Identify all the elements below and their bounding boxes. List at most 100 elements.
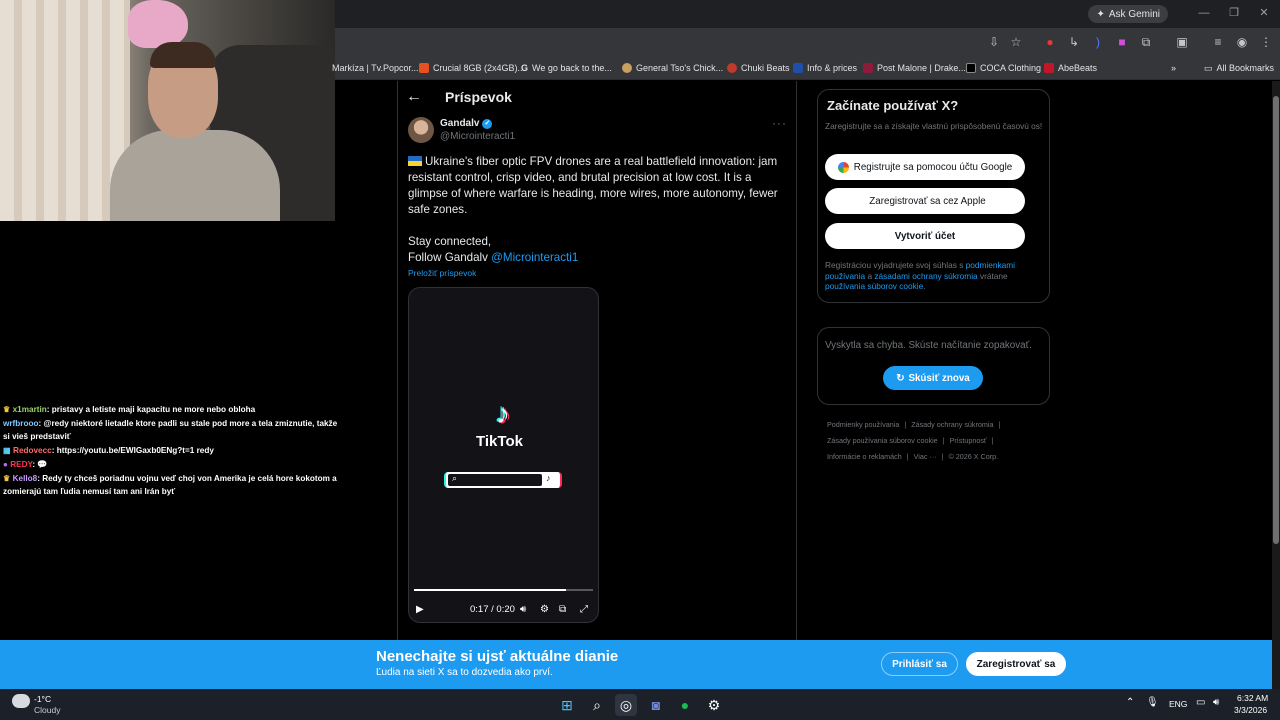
more-options-icon[interactable]: ··· — [772, 116, 787, 130]
volume-icon[interactable]: 🔊︎ — [520, 603, 526, 617]
bookmark-item[interactable]: Post Malone | Drake... — [863, 56, 966, 80]
clock-date[interactable]: 3/3/2026 — [1234, 705, 1267, 715]
chrome-icon[interactable]: ◎ — [615, 694, 637, 716]
pip-icon[interactable]: ⧉ — [559, 603, 566, 617]
play-icon[interactable]: ▶ — [416, 603, 424, 617]
network-icon[interactable]: ▭ — [1196, 697, 1205, 708]
bookmark-item[interactable]: General Tso's Chick... — [622, 56, 723, 80]
video-time: 0:17 / 0:20 — [470, 604, 515, 615]
author-name-row[interactable]: Gandalv ✓ — [440, 118, 493, 129]
mention-link[interactable]: @Microinteracti1 — [491, 251, 578, 264]
author-avatar[interactable] — [408, 117, 434, 143]
post-text: Ukraine's fiber optic FPV drones are a r… — [408, 154, 788, 218]
webcam-feed — [0, 0, 335, 221]
apple-signup-button[interactable]: Zaregistrovať sa cez Apple — [825, 188, 1025, 214]
footer-link[interactable]: Zásady používania súborov cookie — [827, 436, 938, 445]
footer-link[interactable]: Zásady ochrany súkromia — [911, 420, 993, 429]
translate-post-link[interactable]: Preložiť príspevok — [408, 268, 476, 278]
discord-icon[interactable]: ◙ — [645, 694, 667, 716]
weather-condition[interactable]: Cloudy — [34, 705, 60, 715]
footer-link[interactable]: Informácie o reklamách — [827, 452, 902, 461]
microphone-icon[interactable]: 🎙︎ — [1146, 697, 1159, 708]
google-favicon-icon: G — [521, 63, 529, 73]
footer-link[interactable]: Podmienky používania — [827, 420, 899, 429]
chat-text: : pristavy a letiste maji kapacitu ne mo… — [46, 405, 256, 414]
bookmark-favicon-icon — [966, 63, 976, 73]
all-bookmarks-button[interactable]: ▭ All Bookmarks — [1204, 56, 1274, 80]
tiktok-brand: TikTok — [476, 433, 523, 450]
back-arrow-icon[interactable]: ← — [406, 88, 422, 106]
video-player[interactable] — [408, 287, 599, 623]
page-title: Príspevok — [445, 89, 512, 105]
login-button[interactable]: Prihlásiť sa — [881, 652, 958, 676]
weather-temp[interactable]: -1°C — [34, 694, 51, 704]
profile-avatar-icon[interactable]: ◉ — [1234, 34, 1250, 50]
tab-search-icon[interactable]: ▣ — [1174, 34, 1190, 50]
footer-links: Podmienky používania | Zásady ochrany súkr… — [827, 420, 1001, 461]
fullscreen-icon[interactable]: ⤢ — [580, 603, 588, 617]
signup-terms: Registráciou vyjadrujete svoj súhlas s p… — [825, 260, 1016, 291]
spotify-icon[interactable]: ● — [674, 694, 696, 716]
bookmark-favicon-icon — [419, 63, 429, 73]
settings-gear-icon[interactable]: ⚙ — [540, 603, 549, 617]
chat-text: : 💬 — [32, 460, 48, 469]
crown-icon: ♛ — [3, 405, 11, 414]
more-bookmarks-icon[interactable]: » — [1171, 56, 1176, 80]
chat-text: : https://youtu.be/EWIGaxb0ENg?t=1 redy — [51, 446, 214, 455]
extensions-puzzle-icon[interactable]: ⧉ — [1138, 34, 1154, 50]
extension-red-icon[interactable]: ● — [1042, 34, 1058, 50]
footer-link[interactable]: Prístupnosť — [950, 436, 987, 445]
privacy-link[interactable]: zásadami ochrany súkromia — [874, 271, 977, 281]
cloud-icon[interactable] — [12, 694, 30, 708]
cookies-link[interactable]: používania súborov cookie — [825, 281, 923, 291]
stay-connected-text: Stay connected, — [408, 235, 492, 248]
chat-message: ● REDY: 💬 — [0, 458, 345, 471]
bookmark-item[interactable]: COCA Clothing — [966, 56, 1041, 80]
chat-user: Kello8 — [12, 474, 38, 483]
bookmark-item[interactable]: AbeBeats — [1044, 56, 1097, 80]
google-signup-button[interactable]: Registrujte sa pomocou účtu Google — [825, 154, 1025, 180]
bookmark-item[interactable]: Chuki Beats — [727, 56, 790, 80]
bookmark-item[interactable]: Info & prices — [793, 56, 857, 80]
tray-expand-icon[interactable]: ⌃ — [1126, 697, 1134, 708]
clock-time[interactable]: 6:32 AM — [1237, 693, 1268, 703]
post-signoff: Stay connected, Follow Gandalv @Microint… — [408, 234, 578, 266]
bookmark-star-icon[interactable]: ☆ — [1008, 34, 1024, 50]
close-icon[interactable]: ✕ — [1257, 6, 1271, 20]
chat-user: x1martin — [12, 405, 47, 414]
media-control-icon[interactable]: ≡ — [1210, 34, 1226, 50]
create-account-button[interactable]: Vytvoriť účet — [825, 223, 1025, 249]
extension-purple-icon[interactable]: ■ — [1114, 34, 1130, 50]
chat-message: ♛ x1martin: pristavy a letiste maji kapa… — [0, 403, 345, 416]
webcam-person-body — [110, 130, 280, 221]
bookmark-favicon-icon — [727, 63, 737, 73]
browser-menu-icon[interactable]: ⋮ — [1258, 34, 1274, 50]
chat-text: : Redy ty chceš poriadnu vojnu veď choj … — [3, 474, 337, 496]
extension-arrow-icon[interactable]: ↳ — [1066, 34, 1082, 50]
bookmark-item[interactable]: Markíza | Tv.Popcor... — [332, 56, 419, 80]
footer-link[interactable]: Viac ··· — [914, 452, 937, 461]
minimize-icon[interactable]: — — [1197, 6, 1211, 20]
language-indicator[interactable]: ENG — [1169, 699, 1187, 709]
bookmark-item[interactable]: Crucial 8GB (2x4GB)... — [419, 56, 525, 80]
verified-badge-icon: ✓ — [482, 118, 493, 129]
tiktok-search-inner — [448, 474, 542, 486]
banner-subtitle: Ľudia na sieti X sa to dozvedia ako prví… — [376, 667, 553, 678]
search-icon[interactable]: ⌕ — [586, 694, 608, 716]
ask-gemini-button[interactable]: ✦ Ask Gemini — [1088, 5, 1168, 23]
app-icon[interactable]: ⚙ — [703, 694, 725, 716]
author-handle[interactable]: @Microinteracti1 — [440, 131, 515, 142]
scrollbar-thumb[interactable] — [1273, 96, 1279, 544]
banner-title: Nenechajte si ujsť aktuálne dianie — [376, 648, 619, 665]
chat-message: wrfbrooo: @redy niektoré lietadle ktore … — [0, 417, 345, 443]
extension-wave-icon[interactable]: ) — [1090, 34, 1106, 50]
retry-button[interactable]: ↻ Skúsiť znova — [883, 366, 983, 390]
signup-button[interactable]: Zaregistrovať sa — [966, 652, 1066, 676]
gemini-icon: ✦ — [1096, 8, 1105, 20]
install-app-icon[interactable]: ⇩ — [986, 34, 1002, 50]
volume-icon[interactable]: 🔊︎ — [1213, 697, 1219, 708]
start-icon[interactable]: ⊞ — [556, 694, 578, 716]
bookmark-item[interactable]: G We go back to the... — [521, 56, 612, 80]
maximize-icon[interactable]: ❐ — [1227, 6, 1241, 20]
post-body: Ukraine's fiber optic FPV drones are a r… — [408, 155, 778, 216]
